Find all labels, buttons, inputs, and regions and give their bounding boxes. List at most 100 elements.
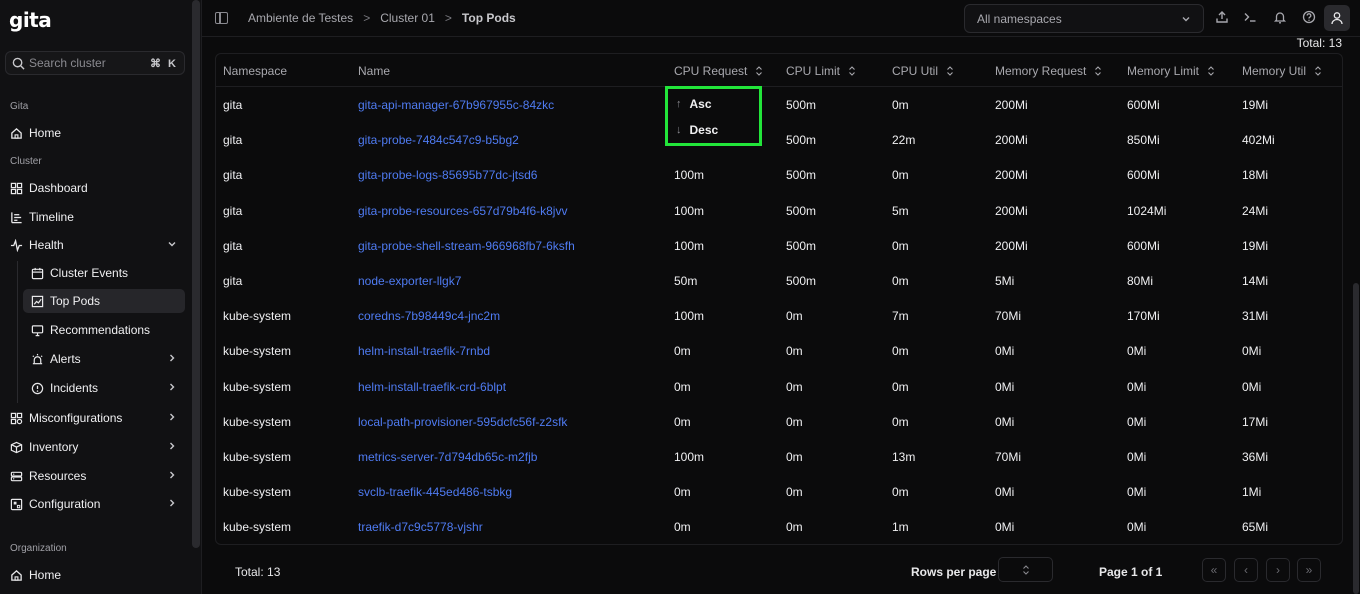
sidebar-item-misconfigurations[interactable]: Misconfigurations: [5, 406, 185, 430]
cell-name[interactable]: local-path-provisioner-595dcfc56f-z2sfk: [358, 415, 567, 429]
pods-table: Namespace Name CPU Request CPU Limit CPU…: [215, 53, 1343, 545]
cell-cpu-request: 0m: [674, 520, 691, 535]
cell-memory-util: 31Mi: [1242, 309, 1269, 324]
cell-memory-request: 200Mi: [995, 238, 1028, 253]
sidebar-toggle-icon[interactable]: [215, 12, 228, 24]
cell-name[interactable]: metrics-server-7d794db65c-m2fjb: [358, 450, 537, 464]
sidebar-scrollbar[interactable]: [192, 0, 200, 548]
namespace-select[interactable]: All namespaces: [964, 4, 1204, 33]
cell-cpu-limit: 0m: [786, 450, 803, 464]
monitor-icon: [31, 324, 44, 337]
sidebar-item-configuration[interactable]: Configuration: [5, 492, 185, 516]
sidebar-item-timeline[interactable]: Timeline: [5, 205, 185, 229]
column-header-cpu-request[interactable]: CPU Request: [674, 64, 763, 78]
sidebar-item-top-pods[interactable]: Top Pods: [23, 289, 185, 313]
arrow-down-icon: ↓: [676, 124, 682, 136]
cell-name[interactable]: svclb-traefik-445ed486-tsbkg: [358, 485, 512, 499]
sidebar-item-cluster-events[interactable]: Cluster Events: [23, 261, 185, 285]
cell-name[interactable]: helm-install-traefik-crd-6blpt: [358, 380, 506, 394]
cell-cpu-util: 0m: [892, 414, 909, 429]
next-page-button[interactable]: ›: [1266, 558, 1290, 582]
submenu-divider: [17, 261, 18, 403]
cell-name[interactable]: gita-probe-logs-85695b77dc-jtsd6: [358, 168, 537, 182]
cell-name[interactable]: helm-install-traefik-7rnbd: [358, 344, 490, 358]
rows-per-page-select[interactable]: [998, 557, 1053, 582]
sort-menu: ↑ Asc ↓ Desc: [665, 86, 762, 146]
column-header-memory-util[interactable]: Memory Util: [1242, 64, 1322, 78]
chevron-down-icon: [168, 242, 176, 247]
cell-name[interactable]: node-exporter-llgk7: [358, 274, 461, 288]
cell-memory-request: 0Mi: [995, 414, 1015, 429]
previous-page-button[interactable]: ‹: [1234, 558, 1258, 582]
sidebar-item-incidents[interactable]: Incidents: [23, 376, 185, 400]
cell-name[interactable]: coredns-7b98449c4-jnc2m: [358, 309, 500, 323]
cell-namespace: kube-system: [223, 520, 292, 535]
app-logo[interactable]: gita: [9, 8, 52, 32]
table-row: gita node-exporter-llgk7 50m 500m 0m 5Mi 80Mi 1…: [216, 263, 1342, 298]
total-count-bottom: Total: 13: [235, 565, 281, 579]
bell-icon[interactable]: [1271, 8, 1289, 26]
last-page-button[interactable]: »: [1297, 558, 1321, 582]
cell-cpu-util: 1m: [892, 520, 909, 535]
search-cluster-input[interactable]: Search cluster ⌘ K: [5, 51, 185, 75]
user-menu-button[interactable]: [1324, 5, 1350, 31]
cell-memory-request: 0Mi: [995, 379, 1015, 394]
column-header-cpu-limit[interactable]: CPU Limit: [786, 64, 856, 78]
cell-namespace: gita: [223, 98, 243, 112]
sidebar-item-home[interactable]: Home: [5, 121, 185, 145]
cell-name[interactable]: traefik-d7c9c5778-vjshr: [358, 520, 483, 534]
cell-memory-request: 200Mi: [995, 168, 1028, 183]
sidebar-item-dashboard[interactable]: Dashboard: [5, 176, 185, 200]
settings-sliders-icon: [10, 412, 23, 425]
cell-memory-limit: 80Mi: [1127, 274, 1154, 288]
sort-icon: [1095, 66, 1102, 76]
sidebar-item-alerts[interactable]: Alerts: [23, 347, 185, 371]
cell-namespace: kube-system: [223, 344, 292, 359]
cell-cpu-limit: 0m: [786, 520, 803, 535]
breadcrumb-item[interactable]: Ambiente de Testes: [248, 11, 353, 25]
sort-asc-option[interactable]: ↑ Asc: [676, 97, 712, 111]
cell-cpu-util: 7m: [892, 309, 909, 324]
sort-desc-option[interactable]: ↓ Desc: [676, 123, 718, 137]
column-header-memory-limit[interactable]: Memory Limit: [1127, 64, 1215, 78]
cell-memory-util: 1Mi: [1242, 485, 1262, 500]
sidebar-item-inventory[interactable]: Inventory: [5, 435, 185, 459]
page-indicator: Page 1 of 1: [1099, 565, 1163, 579]
column-header-cpu-util[interactable]: CPU Util: [892, 64, 954, 78]
help-icon[interactable]: [1300, 8, 1318, 26]
cell-cpu-request: 100m: [674, 168, 705, 183]
sidebar-item-health[interactable]: Health: [5, 233, 185, 257]
cell-cpu-limit: 0m: [786, 485, 803, 500]
cell-name[interactable]: gita-probe-shell-stream-966968fb7-6ksfh: [358, 239, 575, 253]
search-icon: [12, 57, 25, 70]
cell-memory-request: 70Mi: [995, 450, 1022, 464]
sidebar-item-recommendations[interactable]: Recommendations: [23, 318, 185, 342]
alert-circle-icon: [31, 382, 44, 395]
column-header-memory-request[interactable]: Memory Request: [995, 64, 1102, 78]
first-page-button[interactable]: «: [1202, 558, 1226, 582]
cell-memory-request: 200Mi: [995, 203, 1028, 218]
cell-memory-limit: 0Mi: [1127, 485, 1147, 500]
cell-cpu-util: 0m: [892, 485, 909, 500]
sidebar-item-org-home[interactable]: Home: [5, 563, 185, 587]
sidebar-item-resources[interactable]: Resources: [5, 464, 185, 488]
main-scrollbar[interactable]: [1353, 283, 1359, 594]
cell-memory-util: 17Mi: [1242, 414, 1269, 429]
breadcrumb-item[interactable]: Cluster 01: [380, 11, 435, 25]
cell-cpu-limit: 500m: [786, 274, 817, 288]
cell-name[interactable]: gita-probe-7484c547c9-b5bg2: [358, 133, 519, 147]
upload-icon[interactable]: [1213, 8, 1231, 26]
cell-memory-limit: 0Mi: [1127, 520, 1147, 535]
sidebar-item-label: Resources: [29, 469, 87, 483]
terminal-icon[interactable]: [1241, 8, 1259, 26]
cell-name[interactable]: gita-api-manager-67b967955c-84zkc: [358, 98, 554, 112]
chevron-right-icon: [170, 383, 175, 391]
sidebar-item-label: Cluster Events: [50, 266, 129, 280]
chevron-right-icon: [170, 499, 175, 507]
sort-icon: [1315, 66, 1321, 76]
table-row: kube-system helm-install-traefik-crd-6blp…: [216, 369, 1342, 404]
cell-name[interactable]: gita-probe-resources-657d79b4f6-k8jvv: [358, 204, 567, 218]
cell-memory-request: 70Mi: [995, 309, 1022, 324]
package-icon: [10, 441, 23, 454]
cell-memory-limit: 850Mi: [1127, 133, 1160, 148]
